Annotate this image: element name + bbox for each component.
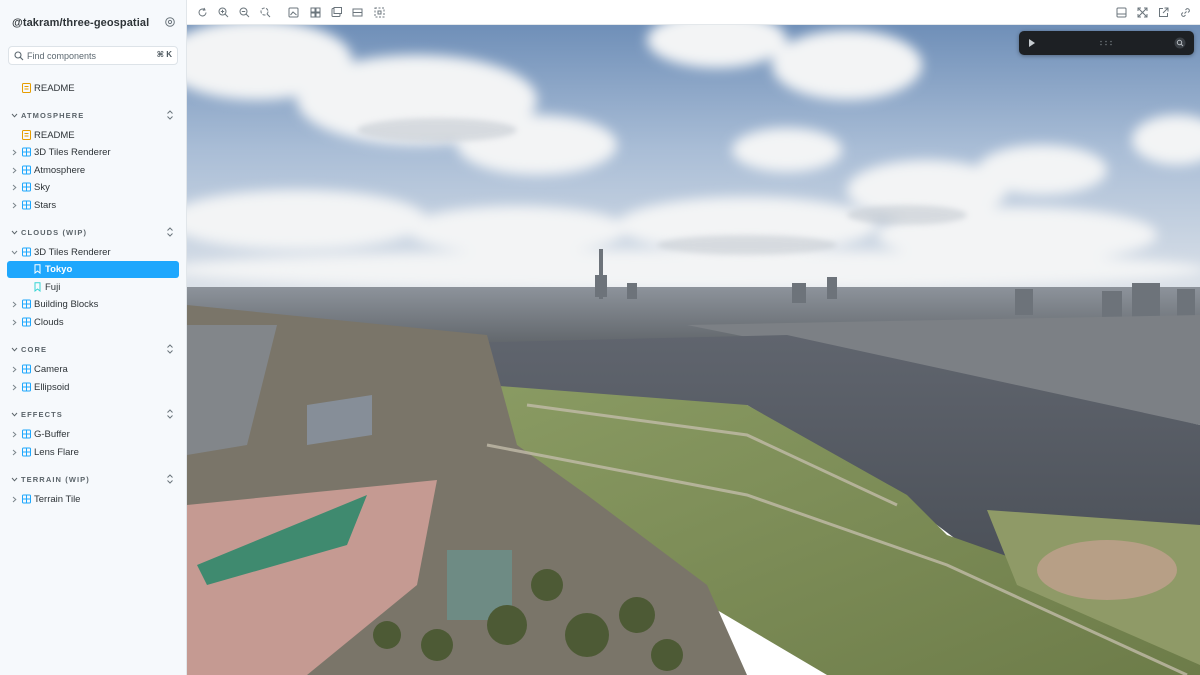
search-shortcut: ⌘ K [156,50,172,59]
section-core[interactable]: CORE [0,342,186,356]
expand-collapse-icon[interactable] [166,226,174,238]
tree-item-ellipsoid[interactable]: Ellipsoid [0,379,186,396]
expand-collapse-icon[interactable] [166,109,174,121]
component-icon [22,147,31,157]
component-icon [22,299,31,309]
tree-item-3d-tiles-renderer[interactable]: 3D Tiles Renderer [0,144,186,161]
component-icon [22,182,31,192]
chevron-right-icon [12,431,17,438]
chevron-right-icon [12,496,17,503]
copy-link-icon[interactable] [1180,7,1191,18]
component-icon [22,382,31,392]
expand-collapse-icon[interactable] [166,343,174,355]
section-atmosphere[interactable]: ATMOSPHERE [0,108,186,122]
chevron-down-icon [11,113,18,118]
section-effects[interactable]: EFFECTS [0,407,186,421]
chevron-right-icon [12,202,17,209]
document-icon [22,130,31,140]
zoom-in-icon[interactable] [218,7,229,18]
search-box[interactable]: ⌘ K [8,46,178,65]
tree-item-g-buffer[interactable]: G-Buffer [0,426,186,443]
chevron-down-icon [11,347,18,352]
tree-item-terrain-tile[interactable]: Terrain Tile [0,491,186,508]
section-terrain[interactable]: TERRAIN (WIP) [0,472,186,486]
controls-panel[interactable] [1019,31,1194,55]
tree-item-camera[interactable]: Camera [0,361,186,378]
chevron-right-icon [12,319,17,326]
chevron-right-icon [12,167,17,174]
expand-collapse-icon[interactable] [166,473,174,485]
tree-item-lens-flare[interactable]: Lens Flare [0,444,186,461]
chevron-right-icon [12,184,17,191]
gear-icon[interactable] [164,16,176,28]
canvas-viewport[interactable] [187,25,1200,675]
reload-icon[interactable] [197,7,208,18]
expand-collapse-icon[interactable] [166,408,174,420]
baseball-field [1037,540,1177,600]
play-icon[interactable] [1029,39,1035,47]
component-icon [22,429,31,439]
sidebar-toggle-icon[interactable] [1116,7,1127,18]
search-icon [14,51,24,61]
component-icon [22,165,31,175]
filter-icon[interactable] [1174,37,1186,49]
component-icon [22,247,31,257]
search-input[interactable] [27,48,145,63]
tree-item-stars[interactable]: Stars [0,197,186,214]
tree-item-clouds-3d-tiles-renderer[interactable]: 3D Tiles Renderer [0,244,186,261]
chevron-right-icon [12,301,17,308]
open-new-tab-icon[interactable] [1158,7,1169,18]
chevron-right-icon [12,366,17,373]
grid-icon[interactable] [310,7,321,18]
tree-item-building-blocks[interactable]: Building Blocks [0,296,186,313]
chevron-right-icon [12,384,17,391]
sidebar-header: @takram/three-geospatial [0,0,186,45]
component-icon [22,494,31,504]
component-icon [22,317,31,327]
bookmark-icon [34,282,41,292]
chevron-down-icon [11,230,18,235]
section-clouds[interactable]: CLOUDS (WIP) [0,225,186,239]
background-icon[interactable] [288,7,299,18]
tree-item-atmosphere-readme[interactable]: README [0,127,186,144]
drag-handle-icon[interactable] [1099,40,1113,46]
document-icon [22,83,31,93]
tree-item-fuji[interactable]: Fuji [0,279,186,296]
zoom-reset-icon[interactable] [260,7,271,18]
chevron-down-icon [11,250,18,255]
zoom-out-icon[interactable] [239,7,250,18]
canvas-toolbar [187,0,1200,25]
outline-icon[interactable] [374,7,385,18]
component-icon [22,364,31,374]
fullscreen-icon[interactable] [1137,7,1148,18]
viewport-icon[interactable] [331,7,342,18]
tokyo-3d-scene [187,25,1200,675]
tree-item-atmosphere[interactable]: Atmosphere [0,162,186,179]
chevron-down-icon [11,412,18,417]
chevron-down-icon [11,477,18,482]
storybook-app: @takram/three-geospatial ⌘ K README [0,0,1200,675]
tree-item-sky[interactable]: Sky [0,179,186,196]
component-icon [22,200,31,210]
chevron-right-icon [12,149,17,156]
tree-item-clouds[interactable]: Clouds [0,314,186,331]
tree-item-tokyo[interactable]: Tokyo [7,261,179,278]
measure-icon[interactable] [352,7,363,18]
bookmark-icon [34,264,41,274]
tree-item-readme[interactable]: README [0,80,186,97]
sidebar: @takram/three-geospatial ⌘ K README [0,0,187,675]
component-icon [22,447,31,457]
brand-title[interactable]: @takram/three-geospatial [12,17,149,29]
chevron-right-icon [12,449,17,456]
